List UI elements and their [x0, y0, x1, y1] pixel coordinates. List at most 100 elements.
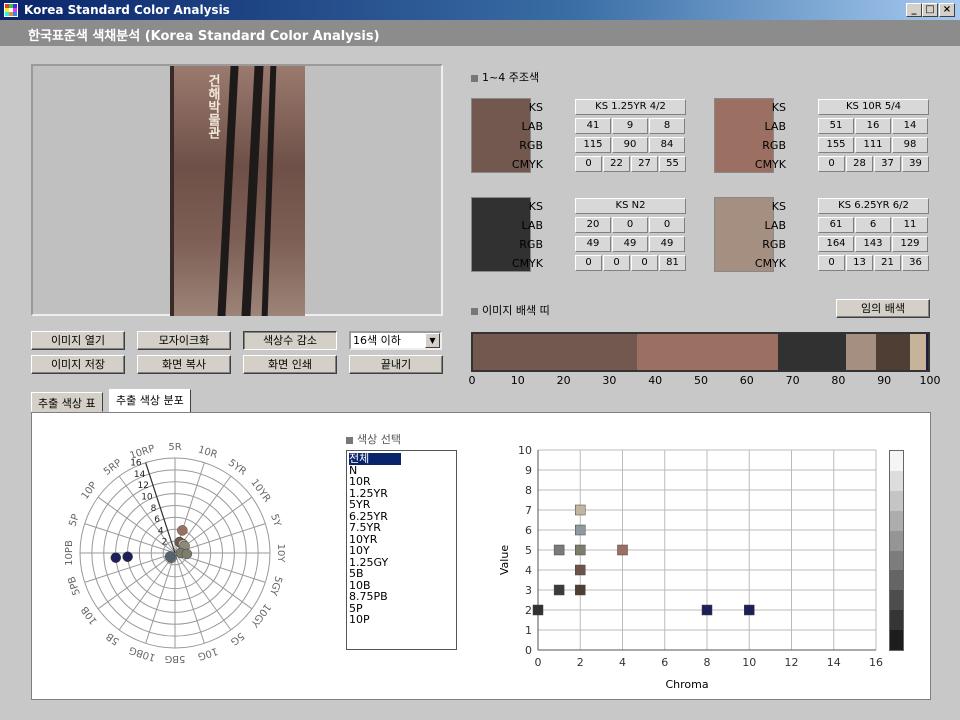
ring-label: 2 [162, 538, 168, 548]
hue-label: 5G [228, 630, 246, 647]
y-tick-label: 8 [525, 484, 532, 497]
cmyk-value: 13 [846, 255, 873, 271]
cmyk-value: 28 [846, 156, 873, 172]
color-value: 8 [649, 118, 685, 134]
color-value: 98 [892, 137, 928, 153]
color-bar [471, 332, 930, 372]
tab-color-distribution[interactable]: 추출 색상 분포 [109, 389, 191, 413]
ks-value: KS 10R 5/4 [818, 99, 929, 115]
list-item[interactable]: 8.75PB [349, 591, 454, 603]
minimize-button[interactable]: _ [906, 3, 922, 17]
chevron-down-icon[interactable]: ▼ [425, 333, 440, 348]
exit-button[interactable]: 끝내기 [349, 355, 443, 374]
cmyk-value: 0 [603, 255, 630, 271]
scatter-point [575, 584, 586, 596]
axis-tick-label: 10 [510, 374, 525, 387]
save-image-button[interactable]: 이미지 저장 [31, 355, 125, 374]
list-item[interactable]: 10P [349, 614, 454, 626]
gray-step [890, 590, 903, 611]
hue-label: 5PB [66, 575, 82, 597]
row-label: RGB [519, 139, 543, 152]
close-button[interactable]: × [939, 3, 955, 17]
tab-color-table[interactable]: 추출 색상 표 [31, 392, 103, 412]
scatter-point [553, 544, 565, 556]
color-value: 49 [575, 236, 611, 252]
color-count-select[interactable]: 16색 이하 ▼ [349, 331, 442, 350]
list-item[interactable]: 10R [349, 476, 454, 488]
list-item-selected[interactable]: 전체 [349, 453, 401, 465]
y-tick-label: 4 [525, 564, 532, 577]
axis-tick-label: 90 [877, 374, 892, 387]
x-tick-label: 2 [577, 656, 584, 669]
scatter-point [701, 604, 713, 616]
hue-label: 10Y [275, 544, 286, 564]
cmyk-value: 0 [818, 255, 845, 271]
scatter-point [575, 564, 586, 576]
gray-step [890, 610, 903, 631]
gray-step [890, 570, 903, 591]
color-value: 41 [575, 118, 611, 134]
y-tick-label: 3 [525, 584, 532, 597]
x-tick-label: 12 [785, 656, 799, 669]
y-tick-label: 5 [525, 544, 532, 557]
list-item[interactable]: 5B [349, 568, 454, 580]
color-count-value: 16색 이하 [353, 334, 401, 347]
gray-step [890, 490, 903, 511]
gray-step [890, 550, 903, 571]
hue-label: 5B [104, 630, 121, 647]
scatter-point [532, 604, 544, 616]
hue-label: 10GY [248, 601, 273, 629]
list-item[interactable]: 10Y [349, 545, 454, 557]
random-layout-button[interactable]: 임의 배색 [836, 299, 930, 318]
ring-label: 12 [138, 481, 149, 491]
row-label: LAB [521, 219, 543, 232]
x-tick-label: 8 [704, 656, 711, 669]
color-bar-segment [636, 334, 778, 370]
color-value: 49 [649, 236, 685, 252]
ring-label: 10 [141, 493, 153, 503]
x-axis-label: Chroma [665, 678, 708, 691]
row-label: RGB [519, 238, 543, 251]
scatter-point [744, 604, 755, 616]
building-sign: 건해박물관 [205, 74, 220, 139]
ring-label: 6 [154, 515, 160, 525]
polar-point [164, 551, 176, 562]
hue-polar-chart: 5R 10R5YR10YR5Y10Y5GY10GY5G10G5BG10BG5B10… [64, 442, 286, 664]
hue-label: 5BG [165, 653, 186, 664]
color-select-listbox[interactable]: 전체 N 10R 1.25YR 5YR 6.25YR 7.5YR 10YR 10Y 1.25GY… [346, 450, 457, 650]
image-preview-panel: 건해박물관 [31, 64, 443, 316]
maximize-button[interactable]: □ [922, 3, 938, 17]
list-item[interactable]: 7.5YR [349, 522, 454, 534]
print-screen-button[interactable]: 화면 인쇄 [243, 355, 337, 374]
row-label: RGB [762, 139, 786, 152]
gray-step [890, 510, 903, 531]
cmyk-value: 22 [603, 156, 630, 172]
color-select-title: 색상 선택 [346, 431, 401, 447]
row-label: RGB [762, 238, 786, 251]
color-bar-title: 이미지 배색 띠 [471, 302, 550, 318]
color-value: 115 [575, 137, 611, 153]
gray-step [890, 630, 903, 651]
color-value: 61 [818, 217, 854, 233]
open-image-button[interactable]: 이미지 열기 [31, 331, 125, 350]
mosaic-button[interactable]: 모자이크화 [137, 331, 231, 350]
list-item[interactable]: 5YR [349, 499, 454, 511]
reduce-colors-button[interactable]: 색상수 감소 [243, 331, 337, 350]
axis-tick-label: 50 [694, 374, 708, 387]
row-label: LAB [521, 120, 543, 133]
cmyk-value: 0 [818, 156, 845, 172]
y-axis-label: Value [498, 545, 511, 575]
x-tick-label: 16 [869, 656, 883, 669]
polar-point [181, 548, 193, 560]
list-item[interactable]: 1.25GY [349, 556, 454, 569]
hue-label: 5R [168, 442, 181, 453]
window-title: Korea Standard Color Analysis [24, 3, 230, 17]
color-value: 11 [892, 217, 928, 233]
gray-scale-bar [889, 450, 904, 651]
color-bar-segment [875, 334, 910, 370]
cmyk-value: 81 [659, 255, 686, 271]
color-value: 49 [612, 236, 648, 252]
hue-label: 10PB [64, 540, 75, 566]
window-title-bar[interactable]: Korea Standard Color Analysis _ □ × [0, 0, 960, 20]
copy-screen-button[interactable]: 화면 복사 [137, 355, 231, 374]
